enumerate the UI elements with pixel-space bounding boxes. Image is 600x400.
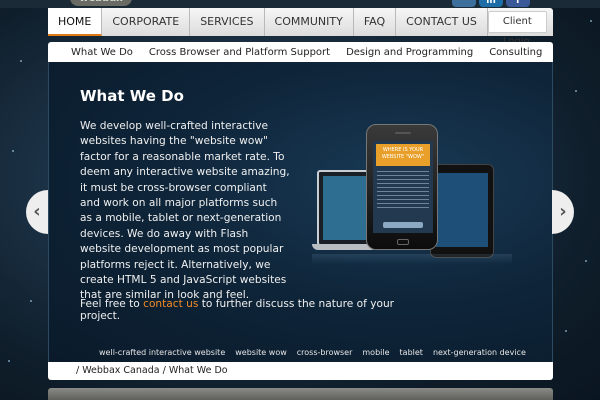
previous-arrow-icon[interactable]: ‹ [26, 190, 48, 234]
phone-banner: WHERE IS YOUR WEBSITE "WOW" [376, 144, 430, 166]
intro-paragraph: We develop well-crafted interactive webs… [80, 120, 290, 302]
share-icon[interactable] [452, 0, 476, 7]
breadcrumb: / Webbax Canada / What We Do [48, 362, 553, 380]
tag-item[interactable]: mobile [362, 348, 389, 357]
tag-item[interactable]: cross-browser [297, 348, 353, 357]
nav-home[interactable]: HOME [48, 8, 103, 36]
tag-item[interactable]: well-crafted interactive website [99, 348, 225, 357]
site-logo[interactable]: webbax [70, 0, 132, 6]
client-login-button[interactable]: Client Login [487, 11, 547, 47]
nav-services[interactable]: SERVICES [190, 8, 265, 36]
tag-item[interactable]: next-generation device [433, 348, 526, 357]
contact-cta: Feel free to contact us to further discu… [80, 298, 410, 322]
next-arrow-icon[interactable]: › [552, 190, 574, 234]
contact-us-link[interactable]: contact us [143, 298, 198, 310]
nav-faq[interactable]: FAQ [354, 8, 397, 36]
subnav-design-programming[interactable]: Design and Programming [346, 47, 473, 58]
social-links: in f [452, 0, 530, 7]
keyword-tags: well-crafted interactive website website… [99, 348, 526, 357]
page-title: What We Do [80, 87, 184, 105]
cta-text-before: Feel free to [80, 298, 144, 310]
main-navigation: HOME CORPORATE SERVICES COMMUNITY FAQ CO… [48, 8, 553, 47]
nav-corporate[interactable]: CORPORATE [102, 8, 191, 36]
phone-image: WHERE IS YOUR WEBSITE "WOW" [366, 124, 438, 250]
bottom-strip [48, 388, 553, 400]
subnav-cross-browser[interactable]: Cross Browser and Platform Support [149, 47, 330, 58]
subnav-what-we-do[interactable]: What We Do [71, 47, 133, 58]
subnav-consulting[interactable]: Consulting [489, 47, 542, 58]
facebook-icon[interactable]: f [506, 0, 530, 7]
content-panel: What We Do We develop well-crafted inter… [48, 62, 553, 362]
tag-item[interactable]: tablet [400, 348, 423, 357]
tag-item[interactable]: website wow [235, 348, 287, 357]
nav-community[interactable]: COMMUNITY [265, 8, 354, 36]
sub-navigation: What We Do Cross Browser and Platform Su… [48, 42, 553, 62]
tablet-image [430, 164, 494, 258]
nav-contact-us[interactable]: CONTACT US [396, 8, 488, 36]
linkedin-icon[interactable]: in [479, 0, 503, 7]
